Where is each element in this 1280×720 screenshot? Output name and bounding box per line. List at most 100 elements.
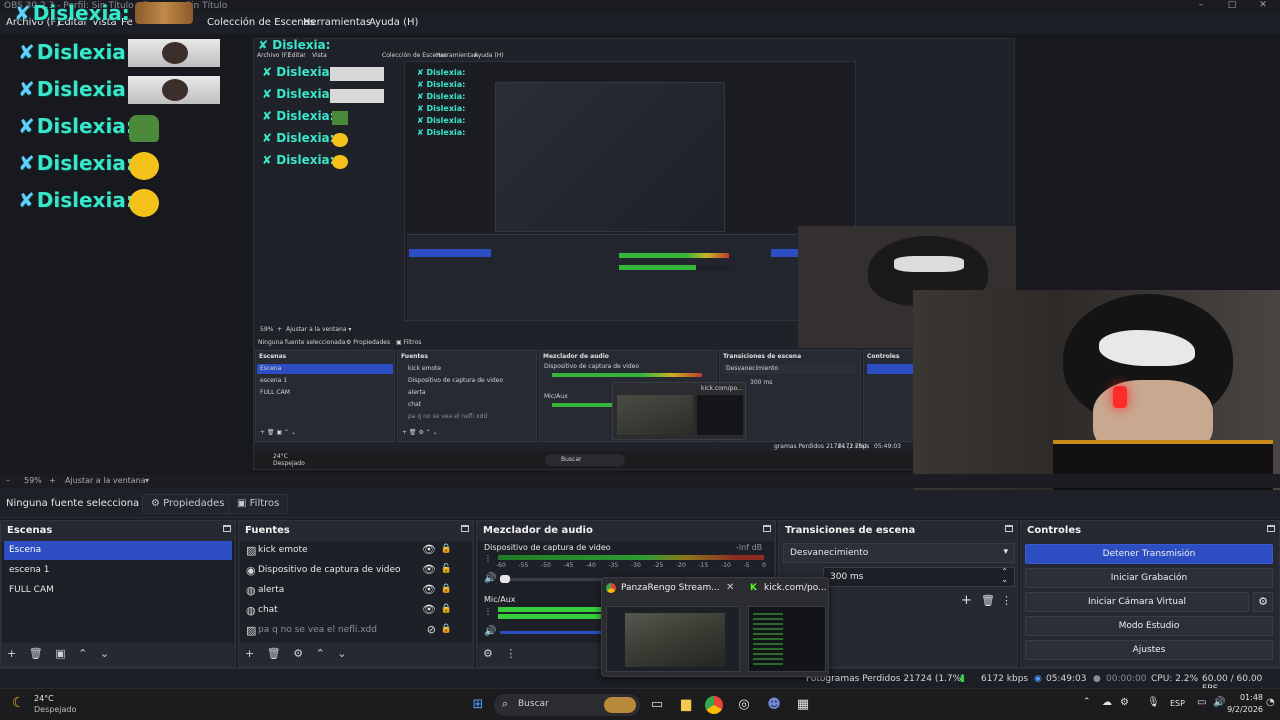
add-source-button[interactable]: + [245,647,254,660]
trash-icon[interactable]: 🗑 [29,647,43,660]
volume-slider-knob[interactable] [500,575,510,583]
visibility-icon[interactable]: 👁 [422,543,436,556]
network-icon[interactable]: ▭ [1197,697,1206,708]
chrome-icon[interactable] [705,696,723,714]
move-up-icon[interactable]: ⌃ [78,647,87,660]
menu-tools[interactable]: Herramientas [303,17,371,28]
chrome-icon [606,583,616,593]
smirk-emote [129,189,159,217]
fit-window-option[interactable]: Ajustar a la ventana [65,476,146,485]
clock-time[interactable]: 01:48 [1235,693,1263,702]
kebab-icon[interactable]: ⋮ [484,607,492,616]
move-up-icon[interactable]: ⌃ [316,647,325,660]
taskbar-thumbnail-popup[interactable]: PanzaRengo Stream... ✕ K kick.com/po... [601,577,829,677]
steam-icon[interactable]: ⚙ [1120,697,1129,708]
add-scene-button[interactable]: + [7,647,16,660]
gear-icon[interactable]: ⚙ [293,647,303,660]
chevron-up-icon[interactable]: ⌃ [1083,697,1091,707]
undock-icon[interactable] [223,525,231,532]
studio-mode-button[interactable]: Modo Estudio [1025,616,1273,636]
lock-icon[interactable]: 🔓 [441,564,452,574]
menu-help[interactable]: Ayuda (H) [369,17,418,28]
close-button[interactable]: ✕ [1252,0,1274,10]
lock-icon[interactable]: 🔒 [441,604,452,614]
undock-icon[interactable] [461,525,469,532]
visibility-icon[interactable]: 👁 [422,603,436,616]
undock-icon[interactable] [1005,525,1013,532]
popup-preview-1[interactable] [606,606,740,672]
nested-time: 05:49:03 [874,443,901,450]
obs-icon[interactable]: ◎ [734,695,754,715]
transition-select[interactable]: Desvanecimiento ▾ [783,543,1015,563]
file-explorer-icon[interactable]: ▆ [676,695,696,715]
transitions-title: Transiciones de escena [785,525,916,536]
chevron-down-icon[interactable]: ▾ [145,476,149,485]
notification-icon[interactable]: ◔ [1266,697,1275,708]
kebab-icon[interactable]: ⋮ [505,647,516,660]
properties-button[interactable]: ⚙ Propiedades [142,494,234,514]
smirk-emote [129,152,159,180]
undock-icon[interactable] [1267,525,1275,532]
sword-icon: ✘ [18,114,35,138]
stop-streaming-button[interactable]: Detener Transmisión [1025,544,1273,564]
source-item-chat[interactable]: ◍ chat 👁 🔒 [242,601,470,621]
scene-item-escena[interactable]: Escena [4,541,232,560]
source-item-nefli[interactable]: ▨ pa q no se vea el nefli.xdd ⊘ 🔒 [242,621,470,641]
visibility-icon[interactable]: 👁 [422,583,436,596]
lock-icon[interactable]: 🔒 [441,624,452,634]
speaker-icon[interactable]: 🔊 [484,626,496,637]
undock-icon[interactable] [763,525,771,532]
kebab-icon[interactable]: ⋮ [484,554,492,563]
speaker-icon[interactable]: 🔊 [1213,697,1225,708]
filters-button[interactable]: ▣ Filtros [228,494,289,514]
gear-icon[interactable]: ⚙ [1253,592,1273,612]
popup-tab-title[interactable]: PanzaRengo Stream... [621,583,720,593]
windows-start-icon[interactable]: ⊞ [468,695,488,715]
lock-icon[interactable]: 🔒 [441,584,452,594]
zoom-in-button[interactable]: + [49,476,56,485]
sword-icon: ✘ [18,151,35,175]
weather-desc[interactable]: Despejado [34,705,76,714]
menu-scene-collection[interactable]: Colección de Escenas [207,17,315,28]
trash-icon[interactable]: 🗑 [981,594,995,607]
close-icon[interactable]: ✕ [726,582,734,593]
task-view-icon[interactable]: ▭ [647,695,667,715]
lock-icon[interactable]: 🔒 [441,544,452,554]
discord-icon[interactable]: ☻ [764,695,784,715]
move-down-icon[interactable]: ⌄ [337,647,346,660]
popup-tab-title-2[interactable]: kick.com/po... [764,583,827,593]
add-transition-button[interactable]: + [961,593,972,608]
minimize-button[interactable]: – [1190,0,1212,10]
zoom-out-button[interactable]: – [6,476,10,485]
scenes-toolbar: + 🗑 ▣ ⌃ ⌄ [7,647,118,663]
kebab-icon[interactable]: ⋮ [1001,594,1012,607]
source-item-kick-emote[interactable]: ▨ kick emote 👁 🔒 [242,541,470,561]
scenes-title: Escenas [7,525,53,536]
language-indicator[interactable]: ESP [1170,699,1185,708]
preview-canvas[interactable]: ✘ Dislexia: ✘ Dislexia: ✘ Dislexia: ✘ Dislex… [0,1,1280,496]
source-item-capture-device[interactable]: ◉ Dispositivo de captura de video 👁 🔓 [242,561,470,581]
clock-date[interactable]: 9/2/2026 [1227,705,1263,714]
start-virtual-camera-button[interactable]: Iniciar Cámara Virtual [1025,592,1249,612]
source-item-alerta[interactable]: ◍ alerta 👁 🔒 [242,581,470,601]
speaker-icon[interactable]: 🔊 [484,573,496,584]
duration-spinbox[interactable]: 300 ms ⌃ ⌄ [823,567,1015,587]
gear-icon[interactable]: ⚙ [483,647,493,660]
stepper-icon[interactable]: ⌃ ⌄ [1001,568,1008,584]
settings-button[interactable]: Ajustes [1025,640,1273,660]
move-down-icon[interactable]: ⌄ [100,647,109,660]
weather-temp[interactable]: 24°C [34,694,54,703]
scene-item-full-cam[interactable]: FULL CAM [4,581,232,600]
hidden-icon[interactable]: ⊘ [427,623,436,636]
filter-icon[interactable]: ▣ [55,647,65,660]
store-icon[interactable]: ▦ [793,695,813,715]
microphone-icon[interactable]: 🎙 [1147,697,1160,708]
start-recording-button[interactable]: Iniciar Grabación [1025,568,1273,588]
onedrive-icon[interactable]: ☁ [1102,697,1112,708]
scene-item-escena-1[interactable]: escena 1 [4,561,232,580]
maximize-button[interactable]: □ [1221,0,1243,10]
popup-preview-2[interactable] [748,606,826,672]
search-box[interactable]: ⌕ Buscar [494,694,640,716]
trash-icon[interactable]: 🗑 [267,647,281,660]
visibility-icon[interactable]: 👁 [422,563,436,576]
